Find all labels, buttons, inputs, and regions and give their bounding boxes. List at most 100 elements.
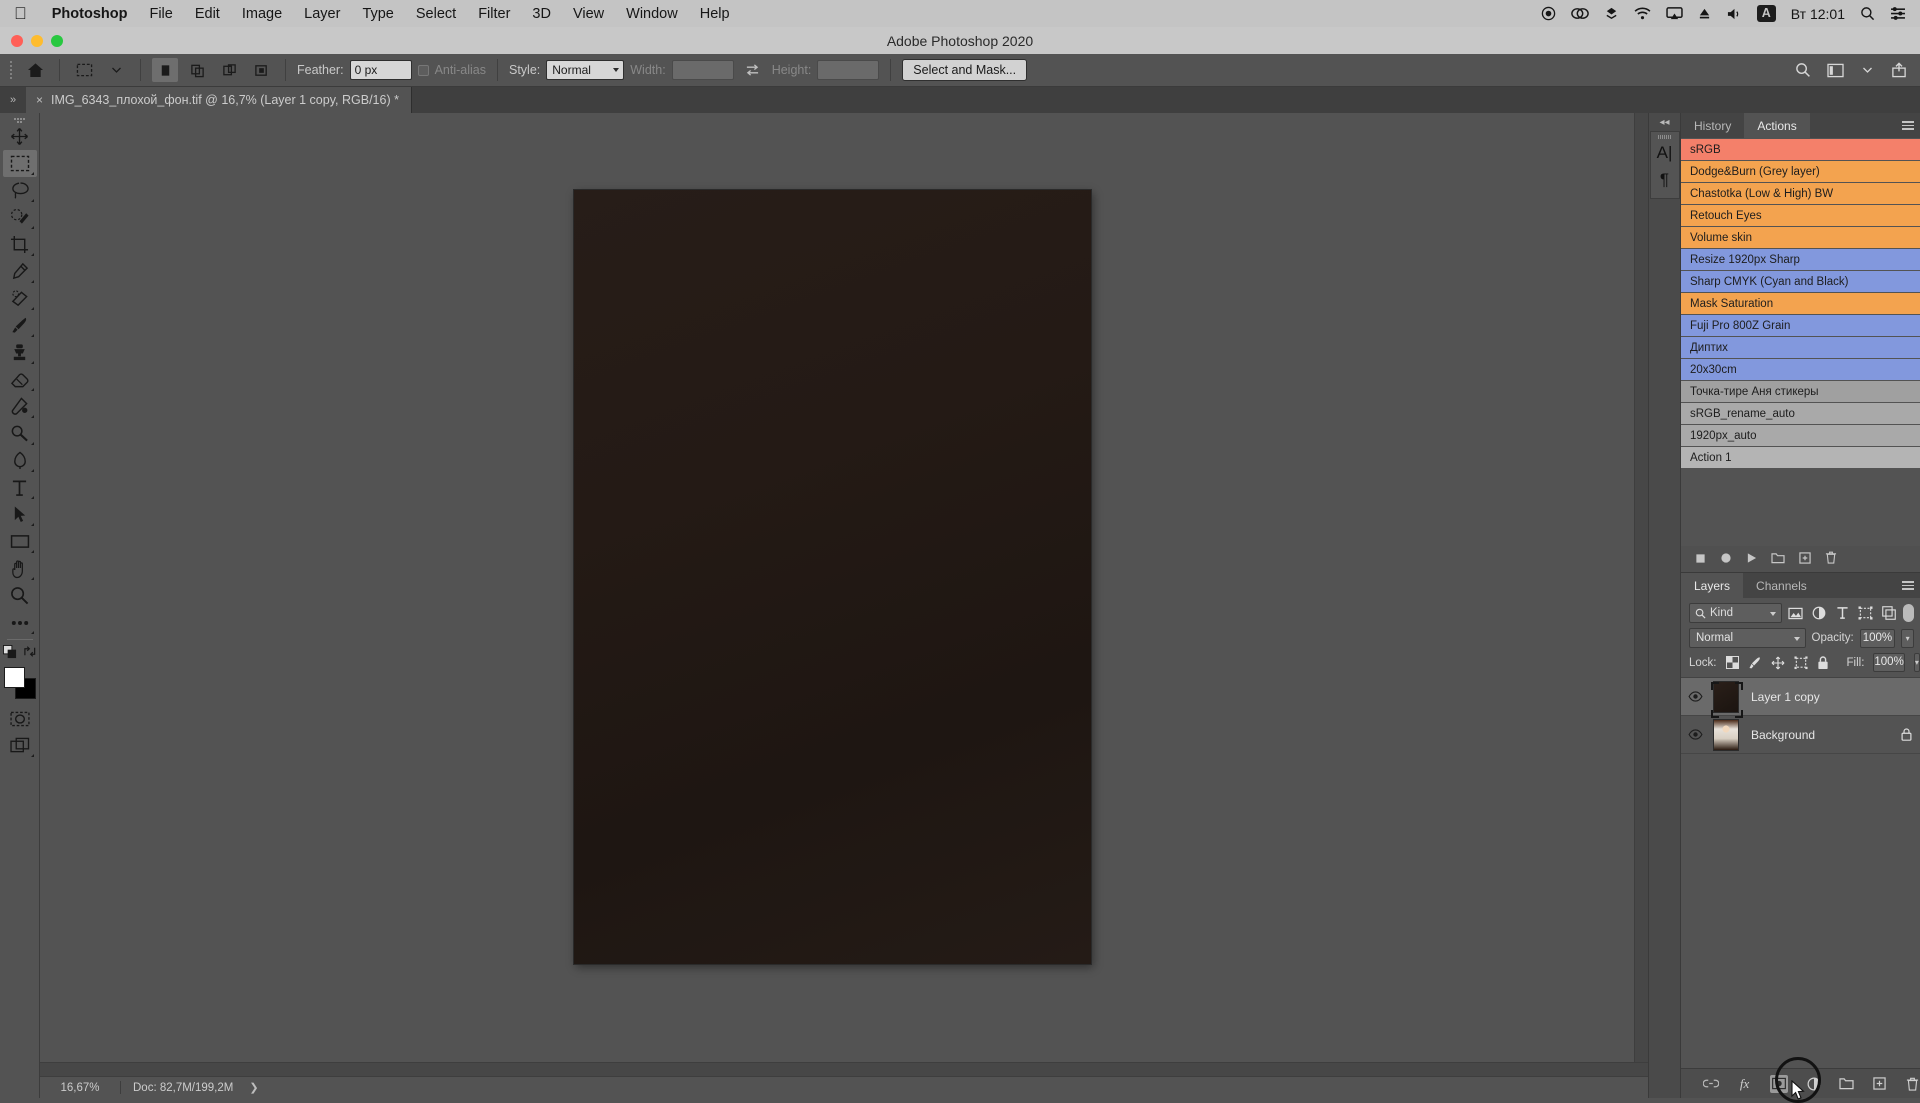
clone-stamp-tool[interactable] xyxy=(3,339,37,366)
menu-help[interactable]: Help xyxy=(689,6,741,22)
delete-layer-icon[interactable] xyxy=(1905,1075,1920,1093)
action-item[interactable]: sRGB xyxy=(1681,139,1920,160)
canvas-vertical-scrollbar[interactable] xyxy=(1634,113,1648,1062)
menu-filter[interactable]: Filter xyxy=(467,6,521,22)
dropbox-icon[interactable] xyxy=(1604,6,1619,21)
menu-photoshop[interactable]: Photoshop xyxy=(41,6,139,22)
fill-input[interactable]: 100% xyxy=(1873,653,1905,672)
action-item[interactable]: 20x30cm xyxy=(1681,359,1920,380)
action-item[interactable]: Точка-тире Аня стикеры xyxy=(1681,381,1920,402)
filter-toggle-icon[interactable] xyxy=(1903,604,1914,622)
action-item[interactable]: Retouch Eyes xyxy=(1681,205,1920,226)
panel-menu-icon[interactable] xyxy=(1902,113,1914,138)
tab-channels[interactable]: Channels xyxy=(1743,573,1820,598)
status-expand-icon[interactable]: ❯ xyxy=(245,1081,262,1094)
action-item[interactable]: Sharp CMYK (Cyan and Black) xyxy=(1681,271,1920,292)
collapse-panels-icon[interactable]: » xyxy=(0,87,26,113)
pixel-filter-icon[interactable] xyxy=(1787,603,1805,623)
home-icon[interactable] xyxy=(22,58,48,82)
layer-kind-filter[interactable]: Kind xyxy=(1689,603,1782,623)
tool-preset-chevron-down-icon[interactable] xyxy=(103,58,129,82)
path-selection-tool[interactable] xyxy=(3,501,37,528)
rectangle-tool[interactable] xyxy=(3,528,37,555)
apple-logo-icon[interactable]:  xyxy=(14,5,27,22)
play-icon[interactable] xyxy=(1746,552,1757,567)
document-canvas-image[interactable] xyxy=(574,190,1091,964)
wifi-icon[interactable] xyxy=(1634,7,1651,20)
tool-preset-picker[interactable] xyxy=(71,58,97,82)
smart-object-filter-icon[interactable] xyxy=(1880,603,1898,623)
menu-select[interactable]: Select xyxy=(405,6,467,22)
tab-history[interactable]: History xyxy=(1681,113,1744,138)
menu-3d[interactable]: 3D xyxy=(521,6,562,22)
type-tool[interactable] xyxy=(3,474,37,501)
layer-row[interactable]: Layer 1 copy xyxy=(1681,678,1920,718)
record-icon[interactable] xyxy=(1541,6,1556,21)
width-input[interactable] xyxy=(671,60,734,80)
dodge-tool[interactable] xyxy=(3,420,37,447)
search-icon[interactable] xyxy=(1860,6,1875,21)
delete-icon[interactable] xyxy=(1825,551,1837,567)
keyboard-layout-badge[interactable]: A xyxy=(1756,4,1776,23)
action-item[interactable]: sRGB_rename_auto xyxy=(1681,403,1920,424)
new-set-icon[interactable] xyxy=(1771,552,1785,567)
new-group-icon[interactable] xyxy=(1839,1075,1854,1093)
layer-name[interactable]: Background xyxy=(1743,728,1892,742)
subtract-from-selection-button[interactable] xyxy=(216,58,242,82)
document-tab[interactable]: × IMG_6343_плохой_фон.tif @ 16,7% (Layer… xyxy=(26,87,412,113)
fill-stepper[interactable]: ▾ xyxy=(1913,653,1920,672)
opacity-stepper[interactable]: ▾ xyxy=(1901,628,1914,648)
tab-layers[interactable]: Layers xyxy=(1681,573,1744,598)
new-action-icon[interactable] xyxy=(1799,551,1811,567)
link-layers-icon[interactable] xyxy=(1703,1075,1719,1093)
tab-actions[interactable]: Actions xyxy=(1744,113,1810,138)
menu-view[interactable]: View xyxy=(562,6,615,22)
adjustment-filter-icon[interactable] xyxy=(1810,603,1828,623)
dock-grip[interactable] xyxy=(1658,132,1672,139)
lock-all-icon[interactable] xyxy=(1817,655,1829,671)
menu-type[interactable]: Type xyxy=(351,6,404,22)
height-input[interactable] xyxy=(817,60,880,80)
move-tool[interactable] xyxy=(3,123,37,150)
layer-visibility-icon[interactable] xyxy=(1681,729,1709,740)
action-item[interactable]: Mask Saturation xyxy=(1681,293,1920,314)
zoom-level[interactable]: 16,67% xyxy=(40,1082,120,1094)
shape-filter-icon[interactable] xyxy=(1856,603,1874,623)
new-layer-icon[interactable] xyxy=(1872,1075,1887,1093)
quick-selection-tool[interactable] xyxy=(3,204,37,231)
menu-layer[interactable]: Layer xyxy=(293,6,351,22)
lock-image-pixels-icon[interactable] xyxy=(1748,655,1762,671)
add-layer-mask-icon[interactable] xyxy=(1770,1074,1788,1093)
opacity-input[interactable]: 100% xyxy=(1859,628,1896,648)
control-center-icon[interactable] xyxy=(1890,7,1906,20)
crop-tool[interactable] xyxy=(3,231,37,258)
anti-alias-checkbox[interactable] xyxy=(417,64,429,76)
zoom-tool[interactable] xyxy=(3,582,37,609)
options-bar-grip[interactable] xyxy=(8,59,16,81)
search-icon[interactable] xyxy=(1790,58,1816,82)
layer-style-icon[interactable]: fx xyxy=(1737,1075,1752,1093)
add-to-selection-button[interactable] xyxy=(184,58,210,82)
action-item[interactable]: Fuji Pro 800Z Grain xyxy=(1681,315,1920,336)
eraser-tool[interactable] xyxy=(3,366,37,393)
layers-list[interactable]: Layer 1 copy Background xyxy=(1681,678,1920,754)
menu-file[interactable]: File xyxy=(138,6,183,22)
record-icon[interactable] xyxy=(1720,552,1732,567)
character-panel-icon[interactable]: A| xyxy=(1650,139,1680,166)
new-adjustment-layer-icon[interactable] xyxy=(1806,1075,1821,1093)
canvas-area[interactable]: 16,67% Doc: 82,7M/199,2M ❯ xyxy=(40,113,1648,1098)
rectangular-marquee-tool[interactable] xyxy=(2,150,37,177)
eject-icon[interactable] xyxy=(1698,7,1711,20)
close-window-button[interactable] xyxy=(11,34,23,47)
collapse-to-icons-icon[interactable]: ◂◂ xyxy=(1649,113,1680,131)
new-selection-button[interactable] xyxy=(152,58,178,82)
hand-tool[interactable] xyxy=(3,555,37,582)
lasso-tool[interactable] xyxy=(3,177,37,204)
layer-thumbnail[interactable] xyxy=(1709,718,1743,751)
feather-input[interactable]: 0 px xyxy=(349,60,412,80)
stop-icon[interactable] xyxy=(1695,552,1706,567)
menu-window[interactable]: Window xyxy=(615,6,689,22)
layer-row[interactable]: Background xyxy=(1681,716,1920,754)
panel-menu-icon[interactable] xyxy=(1902,573,1914,598)
maximize-window-button[interactable] xyxy=(51,34,63,47)
